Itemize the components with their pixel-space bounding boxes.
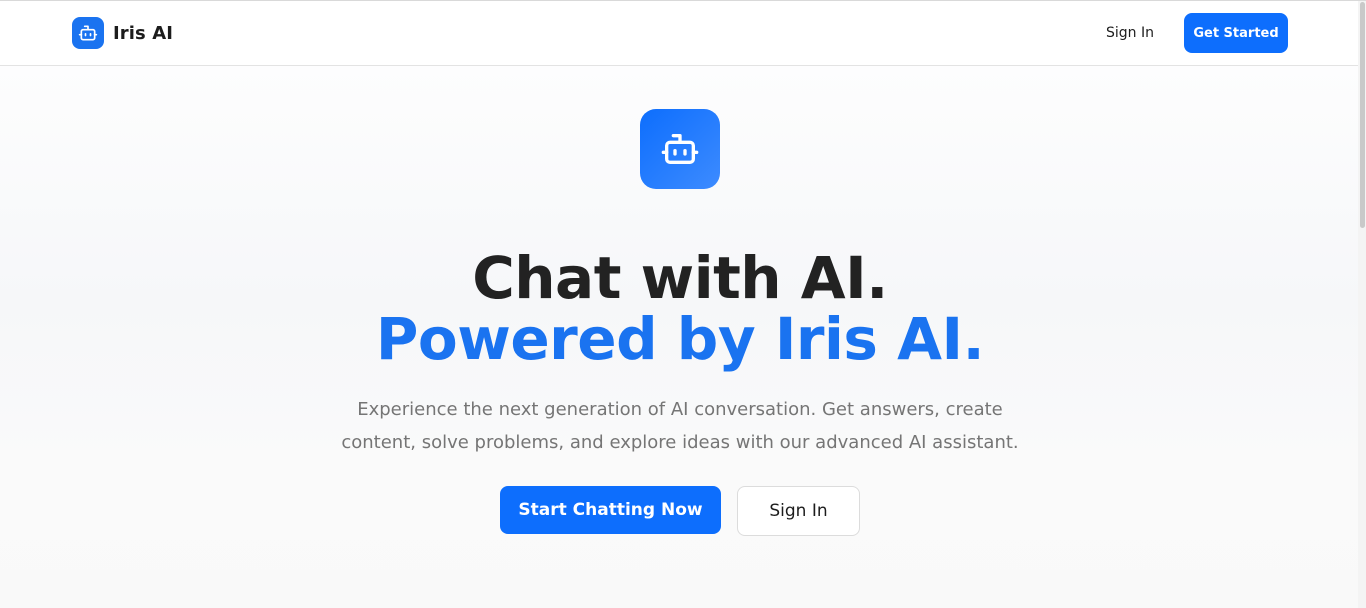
hero-title: Chat with AI. [472,244,888,312]
brand[interactable]: Iris AI [72,17,173,49]
hero-subtitle: Powered by Iris AI. [375,305,985,373]
sign-in-link[interactable]: Sign In [1092,16,1168,50]
landing-page: Iris AI Sign In Get Started Chat with AI… [0,0,1366,608]
start-chatting-button[interactable]: Start Chatting Now [500,486,721,534]
brand-name: Iris AI [113,22,174,44]
navbar: Iris AI Sign In Get Started [0,1,1358,66]
robot-icon [640,109,720,189]
scrollbar-thumb[interactable] [1360,2,1365,228]
hero-description: Experience the next generation of AI con… [341,399,1019,453]
robot-icon [72,17,104,49]
hero-sign-in-button[interactable]: Sign In [737,486,860,536]
get-started-button[interactable]: Get Started [1184,13,1288,53]
